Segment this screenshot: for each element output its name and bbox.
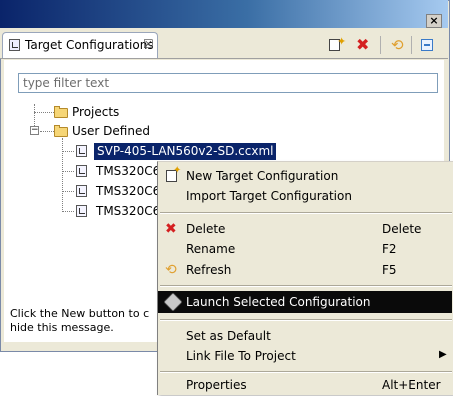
tree-item-projects[interactable]: Projects xyxy=(52,104,172,121)
folder-icon xyxy=(54,106,68,118)
tree-expander[interactable]: − xyxy=(30,126,39,135)
menu-separator xyxy=(160,319,452,321)
filter-input[interactable] xyxy=(18,73,438,93)
menu-item-set-as-default[interactable]: Set as Default xyxy=(158,325,452,347)
menu-item-shortcut: Alt+Enter xyxy=(382,378,441,392)
menu-item-new-target-configuration[interactable]: ✦ New Target Configuration xyxy=(158,165,452,187)
menu-separator xyxy=(160,212,452,214)
tree-item-selected[interactable]: SVP-405-LAN560v2-SD.ccxml xyxy=(94,143,277,160)
menu-separator xyxy=(160,285,452,287)
folder-icon xyxy=(54,125,68,137)
menu-item-label: New Target Configuration xyxy=(186,169,339,183)
new-target-config-icon[interactable]: ✦ xyxy=(328,35,346,53)
menu-item-label: Launch Selected Configuration xyxy=(186,295,371,309)
menu-item-link-file-to-project[interactable]: Link File To Project ▶ xyxy=(158,345,452,367)
tree-connector xyxy=(62,191,74,192)
tree-connector xyxy=(62,138,63,212)
toolbar-separator xyxy=(380,36,381,54)
menu-separator xyxy=(160,371,452,373)
target-config-icon xyxy=(76,165,87,177)
tree-item-label: Projects xyxy=(72,105,120,119)
toolbar-separator xyxy=(411,36,412,54)
tab-label: Target Configurations xyxy=(25,38,154,52)
tree-connector xyxy=(62,171,74,172)
collapse-all-icon[interactable] xyxy=(420,37,436,53)
hint-line: Click the New button to c xyxy=(10,307,150,320)
window-titlebar[interactable]: × xyxy=(0,0,448,28)
tree-connector xyxy=(34,112,54,113)
launch-icon xyxy=(163,292,183,312)
tree-item-label: User Defined xyxy=(72,124,150,138)
menu-item-import-target-configuration[interactable]: Import Target Configuration xyxy=(158,185,452,207)
tab-close-icon[interactable]: ☒ xyxy=(143,37,154,51)
delete-icon[interactable]: ✖ xyxy=(356,37,372,53)
menu-item-label: Delete xyxy=(186,222,226,236)
new-config-icon: ✦ xyxy=(165,165,181,184)
tree-item-user-defined[interactable]: User Defined xyxy=(52,123,172,140)
refresh-icon: ⟲ xyxy=(165,262,177,278)
menu-item-properties[interactable]: Properties Alt+Enter xyxy=(158,374,452,396)
window-close-button[interactable]: × xyxy=(426,14,442,28)
menu-item-label: Link File To Project xyxy=(186,349,296,363)
menu-item-refresh[interactable]: ⟲ Refresh F5 xyxy=(158,259,452,281)
target-config-icon xyxy=(76,145,87,157)
target-config-icon xyxy=(9,39,20,51)
menu-item-label: Set as Default xyxy=(186,329,271,343)
hint-line: hide this message. xyxy=(10,321,114,334)
tab-target-configurations[interactable]: Target Configurations ☒ xyxy=(2,32,158,58)
menu-item-rename[interactable]: Rename F2 xyxy=(158,238,452,260)
menu-item-label: Import Target Configuration xyxy=(186,189,352,203)
refresh-icon[interactable]: ⟲ xyxy=(391,37,407,53)
submenu-arrow-icon: ▶ xyxy=(439,349,447,360)
tree-connector xyxy=(62,151,74,152)
target-config-icon xyxy=(76,205,87,217)
hint-message: Click the New button to c hide this mess… xyxy=(10,307,160,335)
delete-icon: ✖ xyxy=(165,221,177,237)
menu-item-shortcut: F5 xyxy=(382,263,397,277)
menu-item-shortcut: F2 xyxy=(382,242,397,256)
tree-connector xyxy=(62,211,74,212)
menu-item-shortcut: Delete xyxy=(382,222,422,236)
target-config-icon xyxy=(76,185,87,197)
menu-item-launch-selected-configuration[interactable]: Launch Selected Configuration xyxy=(158,291,452,313)
menu-item-delete[interactable]: ✖ Delete Delete xyxy=(158,218,452,240)
menu-item-label: Rename xyxy=(186,242,236,256)
menu-item-label: Properties xyxy=(186,378,247,392)
context-menu: ✦ New Target Configuration Import Target… xyxy=(157,161,453,395)
menu-item-label: Refresh xyxy=(186,263,232,277)
